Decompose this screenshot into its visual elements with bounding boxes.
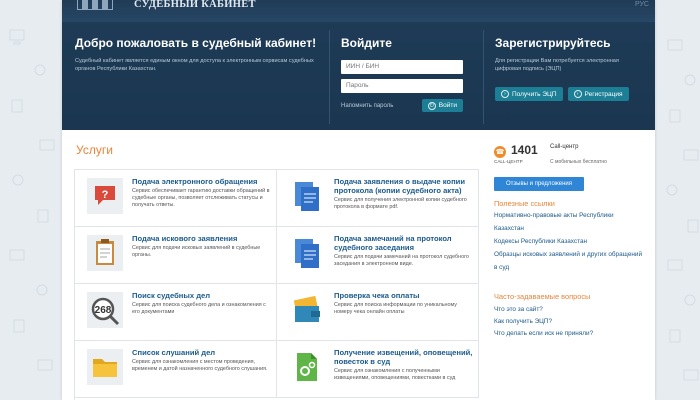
service-protocol-copy[interactable]: Подача заявления о выдаче копии протокол… (277, 170, 479, 227)
documents-icon (295, 239, 319, 268)
call-center-sub: CALL-ЦЕНТР (494, 159, 523, 164)
page-container: СУДЕБНЫЙ КАБИНЕТ РУС Добро пожаловать в … (62, 0, 655, 400)
service-title: Подача заявления о выдаче копии протокол… (334, 177, 465, 195)
faq-links: Что это за сайт? Как получить ЭЦП? Что д… (494, 304, 644, 340)
arrow-right-icon: › (573, 90, 582, 98)
welcome-text: Судебный кабинет является единым окном д… (75, 58, 314, 72)
alert-speech-icon: ? (87, 178, 123, 214)
service-check-receipt[interactable]: Проверка чека оплаты Сервис для поиска и… (277, 284, 479, 341)
service-desc: Сервис обеспечивает гарантию доставки об… (132, 188, 270, 208)
feedback-button[interactable]: Отзывы и предложения (494, 177, 584, 191)
service-title: Список слушаний дел (132, 348, 216, 357)
call-center-label: Call-центр (550, 144, 579, 150)
services-title: Услуги (76, 143, 113, 157)
service-title: Получение извещений, оповещений, повесто… (334, 348, 473, 366)
faq-title: Часто-задаваемые вопросы (494, 292, 591, 301)
arrow-right-icon: › (501, 90, 509, 98)
service-protocol-remarks[interactable]: Подача замечаний на протокол судебного з… (277, 227, 479, 284)
welcome-title: Добро пожаловать в судебный кабинет! (75, 36, 317, 50)
iin-input[interactable] (341, 60, 463, 74)
login-button[interactable]: ⏻ Войти (421, 99, 463, 112)
faq-lawsuit-rejected[interactable]: Что делать если иск не приняли? (494, 328, 644, 340)
svg-text:268: 268 (95, 305, 112, 316)
service-lawsuit[interactable]: Подача искового заявления Сервис для под… (75, 227, 277, 284)
get-eds-button[interactable]: › Получить ЭЦП (495, 87, 563, 101)
divider (329, 30, 330, 124)
search-case-icon: 268 (87, 292, 123, 328)
login-button-label: Войти (438, 102, 457, 109)
documents-icon (295, 182, 319, 211)
logo-bar: СУДЕБНЫЙ КАБИНЕТ РУС (62, 0, 655, 22)
login-title: Войдите (341, 36, 392, 50)
register-button[interactable]: › Регистрация (567, 87, 629, 101)
faq-what-is-site[interactable]: Что это за сайт? (494, 304, 644, 316)
link-samples[interactable]: Образцы исковых заявлений и других обращ… (494, 248, 644, 274)
service-title: Подача искового заявления (132, 234, 238, 243)
service-desc: Сервис для поиска судебного дела и ознак… (132, 302, 266, 315)
language-switch[interactable]: РУС (635, 1, 649, 8)
service-desc: Сервис для подачи исковых заявлений в су… (132, 245, 261, 258)
call-center-number[interactable]: 1401 (511, 143, 538, 157)
service-notifications[interactable]: Получение извещений, оповещений, повесто… (277, 341, 479, 398)
register-label: Регистрация (584, 90, 623, 98)
court-logo-icon[interactable] (77, 0, 113, 10)
password-input[interactable] (341, 79, 463, 93)
divider (483, 30, 484, 124)
link-normative-acts[interactable]: Нормативно-правовые акты Республики Каза… (494, 209, 644, 235)
register-block: Зарегистрируйтесь Для регистрации Вам по… (495, 36, 645, 101)
service-desc: Сервис для получения электронной копии с… (334, 197, 467, 210)
settings-document-icon (297, 353, 317, 381)
service-title: Подача замечаний на протокол судебного з… (334, 234, 452, 252)
header: СУДЕБНЫЙ КАБИНЕТ РУС Добро пожаловать в … (62, 0, 655, 130)
service-desc: Сервис для ознакомления с полученными из… (334, 368, 456, 381)
service-desc: Сервис для подачи замечаний на протокол … (334, 254, 469, 267)
get-eds-label: Получить ЭЦП (512, 90, 557, 98)
service-desc: Сервис для ознакомления с местом проведе… (132, 359, 268, 372)
call-center-free: С мобильных бесплатно (550, 159, 607, 165)
forgot-password-link[interactable]: Напомнить пароль (341, 103, 393, 109)
service-hearings-list[interactable]: Список слушаний дел Сервис для ознакомле… (75, 341, 277, 398)
useful-links: Нормативно-правовые акты Республики Каза… (494, 209, 644, 274)
service-title: Подача электронного обращения (132, 177, 258, 186)
phone-icon: ☎ (494, 146, 506, 158)
welcome-block: Добро пожаловать в судебный кабинет! Суд… (75, 36, 321, 73)
faq-get-eds[interactable]: Как получить ЭЦП? (494, 316, 644, 328)
service-electronic-appeal[interactable]: ? Подача электронного обращения Сервис о… (75, 170, 277, 227)
service-case-search[interactable]: 268 Поиск судебных дел Сервис для поиска… (75, 284, 277, 341)
register-title: Зарегистрируйтесь (495, 36, 611, 50)
register-text: Для регистрации Вам потребуется электрон… (495, 58, 619, 72)
useful-links-title: Полезные ссылки (494, 199, 555, 208)
clipboard-icon (87, 235, 123, 271)
svg-text:?: ? (102, 189, 109, 201)
services-grid: ? Подача электронного обращения Сервис о… (74, 169, 479, 400)
link-codes[interactable]: Кодексы Республики Казахстан (494, 235, 644, 248)
wallet-card-icon (293, 295, 320, 322)
power-icon: ⏻ (427, 101, 436, 110)
service-title: Проверка чека оплаты (334, 291, 420, 300)
login-block: Войдите Напомнить пароль ⏻ Войти (341, 36, 471, 112)
site-title[interactable]: СУДЕБНЫЙ КАБИНЕТ (134, 0, 256, 10)
service-desc: Сервис для поиска информации по уникальн… (334, 302, 457, 315)
service-title: Поиск судебных дел (132, 291, 211, 300)
folder-icon (87, 349, 123, 385)
